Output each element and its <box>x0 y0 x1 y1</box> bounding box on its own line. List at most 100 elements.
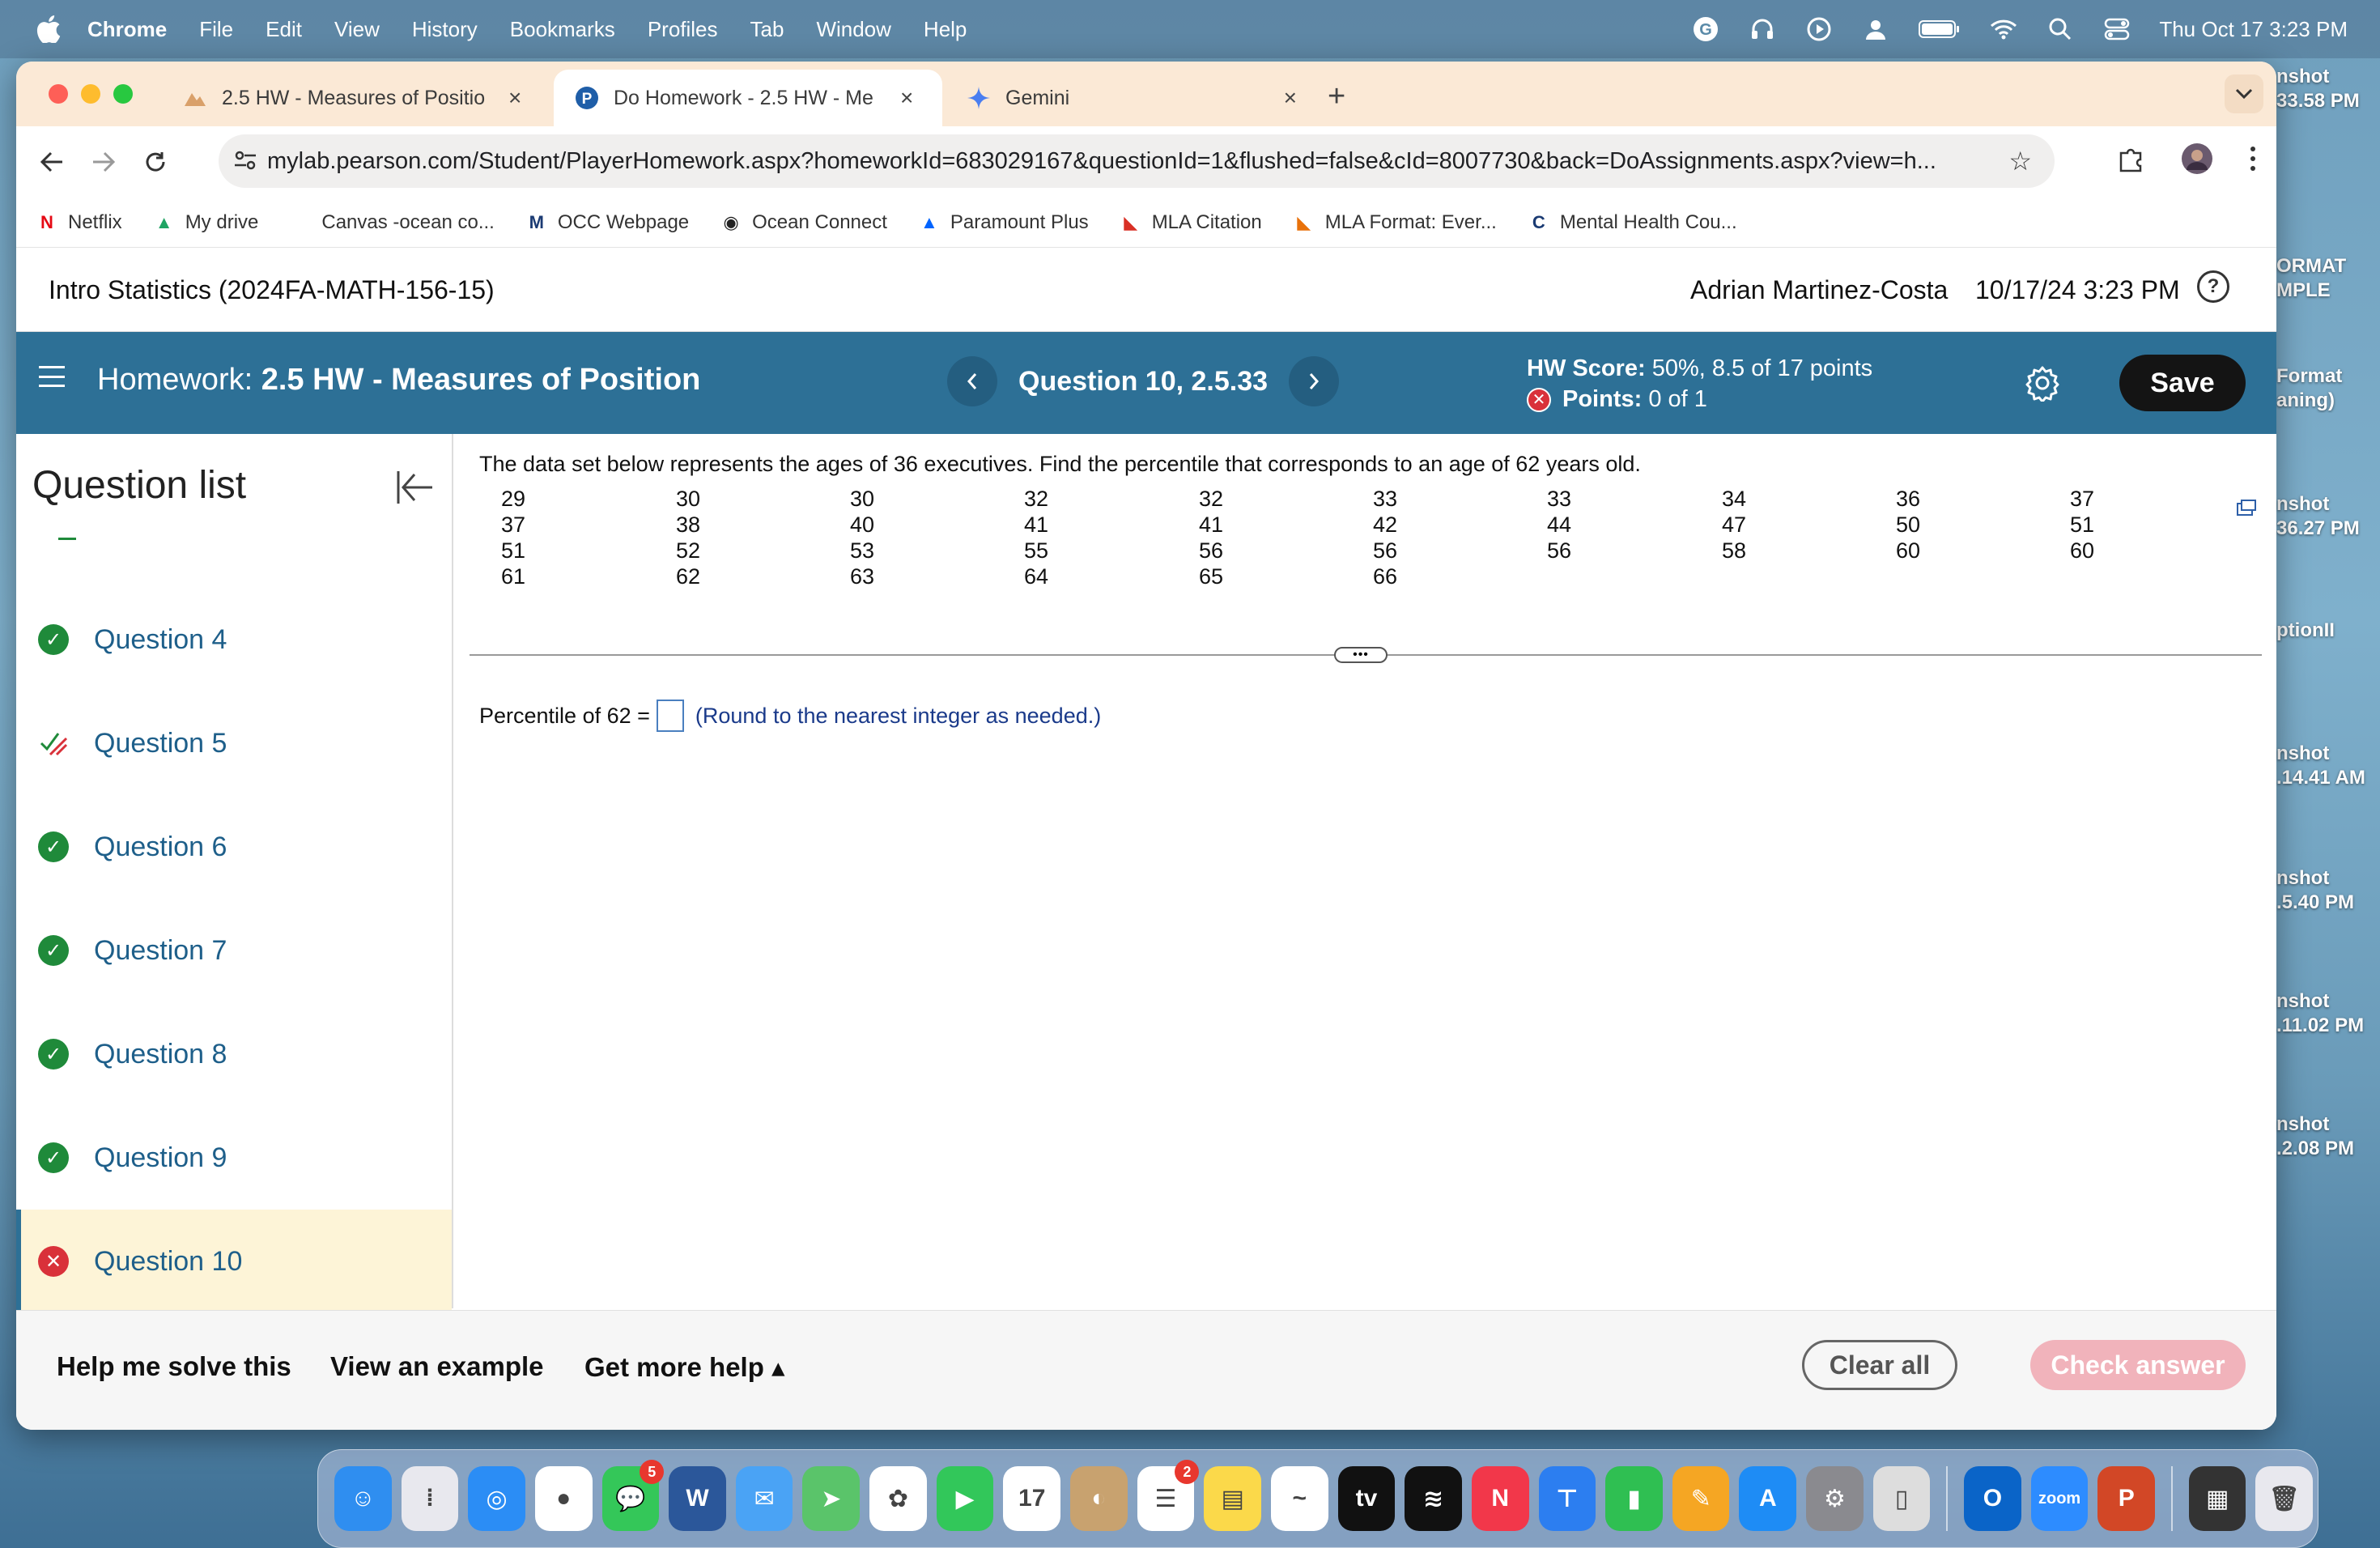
question-list-item[interactable]: ✓ Question 4 <box>16 588 452 691</box>
desktop-file-label[interactable]: MPLE <box>2276 279 2380 303</box>
hamburger-menu-icon[interactable] <box>39 366 65 387</box>
bookmark-item[interactable]: M OCC Webpage <box>525 211 689 234</box>
collapse-panel-icon[interactable] <box>393 466 436 508</box>
bookmark-item[interactable]: ◉ Ocean Connect <box>720 211 887 234</box>
forward-button[interactable] <box>87 146 120 178</box>
new-tab-button[interactable]: + <box>1328 79 1345 114</box>
finder-icon[interactable]: ☺ <box>334 1466 392 1531</box>
profile-avatar[interactable] <box>2181 142 2213 179</box>
tab-measures-of-position[interactable]: 2.5 HW - Measures of Positio × <box>162 70 550 126</box>
check-answer-button[interactable]: Check answer <box>2030 1340 2246 1390</box>
next-question-button[interactable] <box>1289 356 1340 406</box>
close-tab-icon[interactable]: × <box>508 85 521 111</box>
desktop-file-label[interactable]: .5.40 PM <box>2276 891 2380 915</box>
address-bar[interactable]: mylab.pearson.com/Student/PlayerHomework… <box>219 134 2055 188</box>
desktop-file-label[interactable]: nshot <box>2276 65 2380 89</box>
bookmark-item[interactable]: ▲ My drive <box>153 211 259 234</box>
bookmark-item[interactable]: ◣ MLA Format: Ever... <box>1293 211 1497 234</box>
desktop-file-label[interactable]: .2.08 PM <box>2276 1137 2380 1161</box>
headphones-icon[interactable] <box>1748 15 1777 44</box>
desktop-file-label[interactable]: nshot <box>2276 492 2380 517</box>
close-window-button[interactable] <box>49 84 68 104</box>
minimize-window-button[interactable] <box>81 84 100 104</box>
percentile-answer-input[interactable] <box>656 700 684 732</box>
numbers-icon[interactable]: ▮ <box>1605 1466 1663 1531</box>
desktop-file-label[interactable]: 33.58 PM <box>2276 89 2380 113</box>
maps-icon[interactable]: ➤ <box>802 1466 861 1531</box>
chrome-icon[interactable]: ● <box>534 1466 593 1531</box>
apple-tv-icon[interactable]: tv <box>1337 1466 1396 1531</box>
user-icon[interactable] <box>1861 15 1890 44</box>
menu-file[interactable]: File <box>199 17 233 42</box>
settings-gear-icon[interactable] <box>2024 364 2061 403</box>
powerpoint-icon[interactable]: P <box>2097 1466 2156 1531</box>
battery-icon[interactable] <box>1918 15 1961 44</box>
notes-icon[interactable]: ▤ <box>1204 1466 1261 1531</box>
menu-help[interactable]: Help <box>924 17 967 42</box>
app-store-icon[interactable]: A <box>1739 1466 1797 1531</box>
safari-icon[interactable]: ◎ <box>468 1466 525 1531</box>
help-me-solve-button[interactable]: Help me solve this <box>57 1351 291 1382</box>
launchpad-icon[interactable]: ⁞ <box>401 1466 459 1531</box>
desktop-file-label[interactable]: 36.27 PM <box>2276 517 2380 541</box>
close-tab-icon[interactable]: × <box>900 85 913 111</box>
iphone-mirroring-icon[interactable]: ▯ <box>1872 1466 1931 1531</box>
trash-icon[interactable]: 🗑 <box>2255 1466 2314 1531</box>
question-list-item[interactable]: ✓ Question 6 <box>16 795 452 899</box>
bookmark-item[interactable]: C Mental Health Cou... <box>1528 211 1737 234</box>
bookmark-item[interactable]: N Netflix <box>36 211 122 234</box>
contacts-icon[interactable]: ◐ <box>1070 1466 1128 1531</box>
menubar-clock[interactable]: Thu Oct 17 3:23 PM <box>2159 17 2348 42</box>
menu-history[interactable]: History <box>412 17 478 42</box>
bookmark-item[interactable]: ◣ MLA Citation <box>1120 211 1262 234</box>
get-more-help-button[interactable]: Get more help ▴ <box>584 1351 785 1383</box>
freeform-icon[interactable]: ~ <box>1270 1466 1328 1531</box>
desktop-file-label[interactable]: nshot <box>2276 989 2380 1014</box>
reminders-icon[interactable]: ☰ 2 <box>1137 1460 1200 1531</box>
tab-search-dropdown[interactable] <box>2225 74 2263 113</box>
calendar-icon[interactable]: 17 <box>1003 1466 1061 1531</box>
play-circle-icon[interactable] <box>1804 15 1834 44</box>
tab-do-homework[interactable]: P Do Homework - 2.5 HW - Me × <box>554 70 942 126</box>
question-list-item[interactable]: Question 5 <box>16 691 452 795</box>
control-center-icon[interactable] <box>2102 15 2131 44</box>
kebab-menu-icon[interactable] <box>2249 145 2257 176</box>
desktop-file-label[interactable]: nshot <box>2276 1112 2380 1137</box>
reload-button[interactable] <box>139 146 172 178</box>
grammarly-icon[interactable]: G <box>1691 15 1720 44</box>
menu-window[interactable]: Window <box>816 17 890 42</box>
menu-bookmarks[interactable]: Bookmarks <box>510 17 615 42</box>
back-button[interactable] <box>36 146 68 178</box>
help-icon[interactable]: ? <box>2197 270 2229 303</box>
apple-logo-icon[interactable] <box>32 13 65 45</box>
keynote-icon[interactable]: ⊤ <box>1538 1466 1596 1531</box>
wifi-icon[interactable] <box>1989 15 2018 44</box>
save-button[interactable]: Save <box>2119 355 2246 411</box>
close-tab-icon[interactable]: × <box>1284 85 1297 111</box>
desktop-file-label[interactable]: ORMAT <box>2276 254 2380 279</box>
news-icon[interactable]: N <box>1471 1466 1529 1531</box>
facetime-icon[interactable]: ▶ <box>936 1466 994 1531</box>
view-example-button[interactable]: View an example <box>330 1351 544 1382</box>
question-list-item[interactable]: ✓ Question 9 <box>16 1106 452 1210</box>
zoom-window-button[interactable] <box>113 84 133 104</box>
clear-all-button[interactable]: Clear all <box>1802 1340 1957 1390</box>
desktop-file-label[interactable]: aning) <box>2276 389 2380 413</box>
bookmark-star-icon[interactable]: ☆ <box>2008 146 2032 176</box>
question-list-item[interactable]: ✓ Question 7 <box>16 899 452 1002</box>
desktop-file-label[interactable]: Format <box>2276 364 2380 389</box>
question-number[interactable]: Question 10, 2.5.33 <box>1018 366 1268 398</box>
menu-profiles[interactable]: Profiles <box>648 17 718 42</box>
menu-app-chrome[interactable]: Chrome <box>87 17 167 42</box>
system-settings-icon[interactable]: ⚙ <box>1806 1466 1864 1531</box>
extensions-puzzle-icon[interactable] <box>2118 145 2145 176</box>
spotify-icon[interactable]: ≋ <box>1405 1466 1462 1531</box>
previous-question-button[interactable] <box>947 356 997 406</box>
photos-icon[interactable]: ✿ <box>869 1466 927 1531</box>
menu-edit[interactable]: Edit <box>266 17 302 42</box>
tab-gemini[interactable]: Gemini × <box>946 70 1318 126</box>
menu-tab[interactable]: Tab <box>750 17 784 42</box>
zoom-icon[interactable]: zoom <box>2030 1466 2089 1531</box>
outlook-icon[interactable]: O <box>1964 1466 2021 1531</box>
site-settings-icon[interactable] <box>233 149 257 176</box>
